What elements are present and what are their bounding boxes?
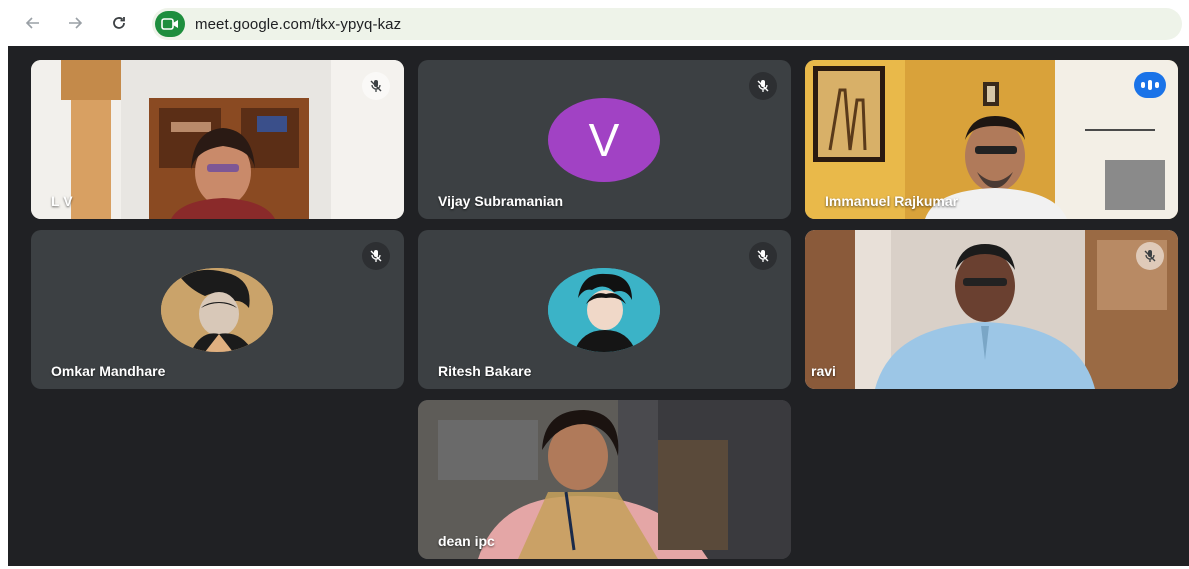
participant-tile-lv[interactable]: L V: [31, 60, 404, 219]
site-info-button[interactable]: [155, 11, 185, 37]
participant-tile-immanuel[interactable]: Immanuel Rajkumar: [805, 60, 1178, 219]
participant-name: Immanuel Rajkumar: [825, 193, 959, 209]
mute-indicator: [749, 72, 777, 100]
mic-off-icon: [757, 250, 769, 262]
anime-avatar-image: [548, 268, 660, 352]
participant-video: [805, 230, 1178, 389]
speaking-indicator: [1134, 72, 1166, 98]
arrow-left-icon: [25, 17, 39, 29]
audio-level-bar: [1148, 80, 1152, 90]
avatar: [548, 268, 660, 352]
avatar: V: [548, 98, 660, 182]
address-bar[interactable]: meet.google.com/tkx-ypyq-kaz: [152, 8, 1182, 40]
participant-tile-dean-ipc[interactable]: dean ipc: [418, 400, 791, 559]
avatar: [161, 268, 273, 352]
mic-off-icon: [370, 250, 382, 262]
mute-indicator: [1136, 242, 1164, 270]
back-button[interactable]: [20, 10, 46, 36]
mic-off-icon: [757, 80, 769, 92]
participant-name: Omkar Mandhare: [51, 363, 166, 379]
participant-tile-ravi[interactable]: ravi: [805, 230, 1178, 389]
avatar-letter: V: [588, 114, 620, 166]
audio-level-bar: [1155, 82, 1159, 88]
participant-video: [31, 60, 404, 219]
arrow-right-icon: [69, 17, 83, 29]
participant-tile-omkar[interactable]: Omkar Mandhare: [31, 230, 404, 389]
mute-indicator: [749, 242, 777, 270]
forward-button[interactable]: [62, 10, 88, 36]
participant-name: ravi: [811, 363, 836, 379]
meet-camera-icon: [161, 18, 178, 30]
reload-icon: [113, 17, 125, 29]
participant-tile-ritesh[interactable]: Ritesh Bakare: [418, 230, 791, 389]
mic-off-icon: [370, 80, 382, 92]
audio-level-bar: [1141, 82, 1145, 88]
meeting-grid: L V V Vijay Subramanian Immanuel Rajkuma…: [8, 46, 1189, 566]
mute-indicator: [362, 72, 390, 100]
mute-indicator: [362, 242, 390, 270]
participant-tile-vijay[interactable]: V Vijay Subramanian: [418, 60, 791, 219]
browser-toolbar: meet.google.com/tkx-ypyq-kaz: [0, 0, 1189, 46]
anime-avatar-image: [161, 268, 273, 352]
participant-name: L V: [51, 193, 73, 209]
participant-name: Ritesh Bakare: [438, 363, 532, 379]
participant-name: dean ipc: [438, 533, 495, 549]
reload-button[interactable]: [106, 10, 132, 36]
url-text: meet.google.com/tkx-ypyq-kaz: [195, 15, 402, 33]
mic-off-icon: [1144, 250, 1156, 262]
participant-name: Vijay Subramanian: [438, 193, 564, 209]
